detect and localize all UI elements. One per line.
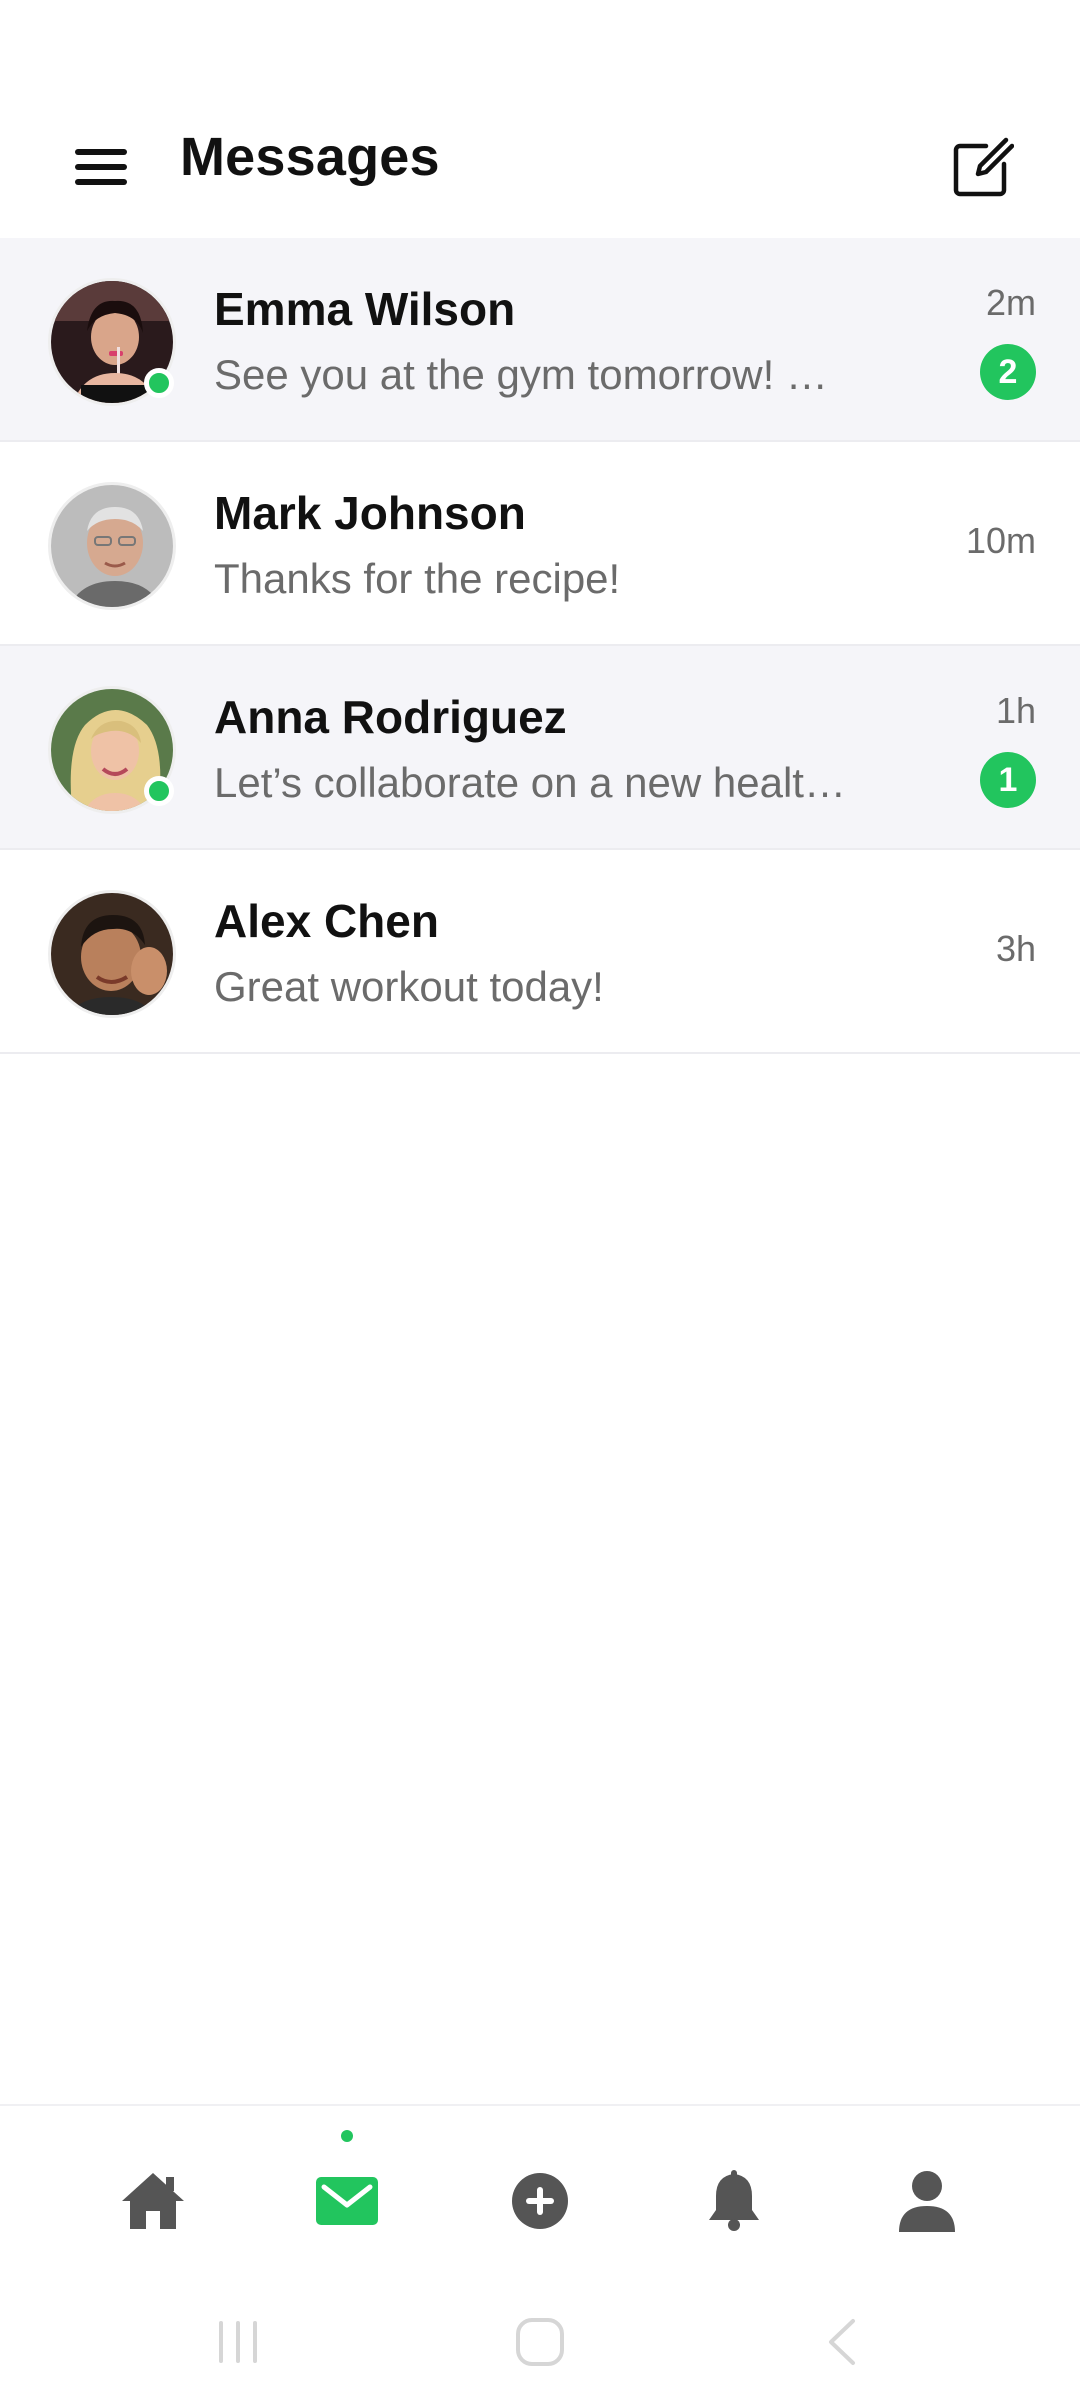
unread-count-badge: 2 [980, 344, 1036, 400]
contact-name: Mark Johnson [214, 487, 526, 539]
home-button[interactable] [500, 2310, 580, 2374]
bottom-navigation [0, 2104, 1080, 2284]
avatar[interactable] [48, 278, 176, 406]
message-time: 10m [965, 520, 1036, 561]
home-square-icon [516, 2318, 564, 2366]
conversation-row[interactable]: Emma Wilson See you at the gym tomorrow!… [0, 238, 1080, 442]
nav-profile[interactable] [872, 2146, 982, 2256]
recent-apps-button[interactable] [198, 2310, 278, 2374]
hamburger-menu-icon [75, 149, 127, 185]
conversation-list: Emma Wilson See you at the gym tomorrow!… [0, 238, 1080, 1054]
avatar[interactable] [48, 482, 176, 610]
conversation-row[interactable]: Alex Chen Great workout today! 3h [0, 850, 1080, 1054]
compose-button[interactable] [932, 118, 1032, 218]
app-header: Messages [0, 96, 1080, 238]
message-preview: See you at the gym tomorrow! … [214, 351, 828, 398]
nav-home[interactable] [98, 2146, 208, 2256]
avatar[interactable] [48, 686, 176, 814]
message-preview: Great workout today! [214, 963, 604, 1010]
message-time: 1h [995, 690, 1036, 731]
compose-icon [953, 137, 1014, 197]
nav-notifications[interactable] [679, 2146, 789, 2256]
nav-messages[interactable] [292, 2146, 402, 2256]
system-navigation-bar [0, 2284, 1080, 2400]
conversation-row[interactable]: Mark Johnson Thanks for the recipe! 10m [0, 442, 1080, 646]
conversation-row[interactable]: Anna Rodriguez Let’s collaborate on a ne… [0, 646, 1080, 850]
message-preview: Let’s collaborate on a new healt… [214, 759, 846, 806]
contact-name: Anna Rodriguez [214, 691, 567, 743]
message-preview: Thanks for the recipe! [214, 555, 621, 602]
add-circle-icon [512, 2173, 568, 2229]
avatar[interactable] [48, 890, 176, 1018]
online-status-indicator [144, 776, 174, 806]
person-icon [899, 2171, 955, 2232]
nav-create[interactable] [485, 2146, 595, 2256]
menu-button[interactable] [58, 134, 144, 200]
unread-count-badge: 1 [980, 752, 1036, 808]
back-button[interactable] [802, 2310, 882, 2374]
message-time: 3h [995, 928, 1036, 969]
home-icon [122, 2173, 184, 2229]
message-time: 2m [985, 282, 1036, 323]
bell-icon [709, 2170, 759, 2231]
back-chevron-icon [829, 2319, 855, 2365]
status-bar [0, 0, 1080, 96]
recent-apps-icon [219, 2321, 257, 2363]
page-title: Messages [180, 127, 440, 187]
contact-name: Emma Wilson [214, 283, 516, 335]
active-tab-indicator [341, 2130, 353, 2142]
mail-icon [316, 2177, 378, 2225]
contact-name: Alex Chen [214, 895, 439, 947]
online-status-indicator [144, 368, 174, 398]
